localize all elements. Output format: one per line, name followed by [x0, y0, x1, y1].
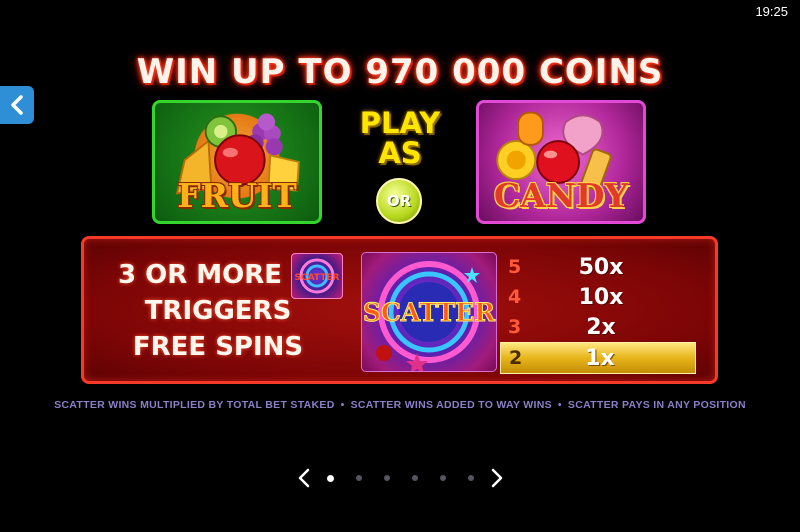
page-dot[interactable]: [355, 475, 362, 481]
scatter-symbol-icon: SCATTER: [362, 261, 496, 371]
footnote-separator: •: [557, 399, 562, 411]
candy-theme-option[interactable]: CANDY: [476, 100, 646, 224]
play-as-line2: AS: [378, 136, 422, 170]
max-win-headline: WIN UP TO 970 000 COINS: [136, 52, 664, 92]
page-dot[interactable]: [411, 475, 418, 481]
play-as-line1: PLAY: [359, 106, 441, 140]
trigger-line-1: 3 OR MORE: [117, 260, 283, 290]
scatter-footnote: SCATTER WINS MULTIPLIED BY TOTAL BET STA…: [0, 399, 800, 411]
chevron-left-icon: [11, 95, 23, 115]
trigger-line-3: FREE SPINS: [132, 332, 304, 362]
paytable-row: 4 10x: [498, 282, 708, 312]
scatter-symbol-text: SCATTER: [363, 298, 495, 327]
page-dot[interactable]: [439, 475, 446, 481]
scatter-symbol: SCATTER: [361, 252, 497, 372]
page-dot[interactable]: [383, 475, 390, 481]
fruit-label: FRUIT: [177, 176, 297, 215]
or-badge: OR: [376, 178, 422, 224]
page-dot-active[interactable]: [326, 474, 334, 482]
footnote-item: SCATTER WINS ADDED TO WAY WINS: [350, 399, 552, 411]
payout-value: 2x: [586, 314, 616, 340]
paytable-screen: 19:25 WIN UP TO 970 000 COINS FRUIT PLAY…: [0, 0, 800, 532]
page-dot[interactable]: [467, 475, 474, 481]
footnote-item: SCATTER WINS MULTIPLIED BY TOTAL BET STA…: [54, 399, 335, 411]
footnote-item: SCATTER PAYS IN ANY POSITION: [567, 399, 746, 411]
play-as-text: PLAY AS: [335, 108, 465, 168]
mini-scatter-icon: SCATTER: [291, 253, 343, 299]
footnote-separator: •: [340, 399, 345, 411]
paytable-row: 5 50x: [498, 252, 708, 282]
payout-value: 10x: [578, 284, 624, 310]
candy-label: CANDY: [493, 176, 629, 215]
paytable-row-highlighted: 2 1x: [500, 342, 696, 374]
scatter-ring-icon: SCATTER: [295, 258, 340, 294]
previous-page-button[interactable]: [292, 466, 316, 490]
scatter-panel: 3 OR MORE TRIGGERS FREE SPINS SCATTER SC…: [81, 236, 718, 384]
payout-value: 1x: [585, 345, 615, 371]
chevron-left-icon: [298, 468, 309, 488]
fruit-theme-option[interactable]: FRUIT: [152, 100, 322, 224]
symbol-count: 4: [508, 286, 522, 308]
payout-value: 50x: [578, 254, 624, 280]
symbol-count: 5: [508, 256, 522, 278]
scatter-paytable: 5 50x 4 10x 3 2x 2 1x: [498, 252, 708, 374]
symbol-count: 2: [509, 347, 523, 369]
chevron-right-icon: [491, 468, 502, 488]
symbol-count: 3: [508, 316, 522, 338]
page-navigator: [0, 466, 800, 490]
mini-scatter-text: SCATTER: [295, 273, 340, 283]
paytable-row: 3 2x: [498, 312, 708, 342]
next-page-button[interactable]: [485, 466, 509, 490]
status-clock: 19:25: [755, 4, 788, 19]
